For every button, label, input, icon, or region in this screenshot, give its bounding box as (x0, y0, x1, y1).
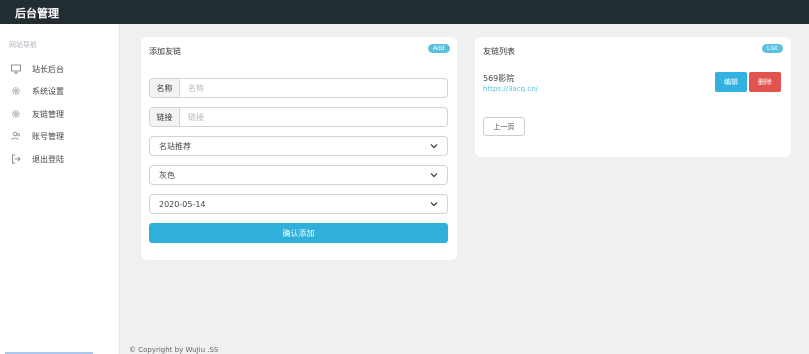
app-title: 后台管理 (15, 7, 59, 20)
sidebar-nav-title: 网站导航 (9, 41, 37, 49)
list-badge: List (762, 44, 783, 53)
sidebar-item-logout[interactable]: 退出登陆 (10, 151, 115, 167)
link-list-card: 友链列表 List 569影院 https://3acq.cn/ 编辑 删除 上… (475, 37, 791, 157)
confirm-add-button[interactable]: 确认添加 (149, 223, 448, 243)
sidebar-item-label: 站长后台 (32, 64, 64, 74)
category-select[interactable]: 名站推荐 (149, 136, 448, 156)
gear-icon (10, 85, 22, 97)
date-select[interactable]: 2020-05-14 (149, 194, 448, 214)
edit-button[interactable]: 编辑 (715, 72, 747, 92)
sidebar: 网站导航 站长后台 系统设置 友链管理 账号管理 退出登陆 (0, 24, 120, 354)
color-select-value: 灰色 (159, 170, 175, 180)
date-select-value: 2020-05-14 (159, 199, 206, 209)
sidebar-item-dashboard[interactable]: 站长后台 (10, 61, 115, 77)
link-field-label: 链接 (150, 108, 180, 126)
name-field-label: 名称 (150, 79, 180, 97)
sidebar-item-settings[interactable]: 系统设置 (10, 83, 115, 99)
sidebar-item-label: 账号管理 (32, 131, 64, 141)
link-item-name: 569影院 (483, 74, 515, 83)
chevron-down-icon (430, 142, 438, 150)
name-input[interactable] (180, 79, 447, 97)
sidebar-item-links[interactable]: 友链管理 (10, 106, 115, 122)
list-card-title: 友链列表 (483, 47, 515, 56)
color-select[interactable]: 灰色 (149, 165, 448, 185)
name-input-group: 名称 (149, 78, 448, 98)
delete-button[interactable]: 删除 (749, 72, 781, 92)
prev-page-button[interactable]: 上一页 (483, 117, 525, 136)
users-icon (10, 130, 22, 142)
gear-icon (10, 108, 22, 120)
add-badge: Add (428, 44, 450, 53)
sidebar-item-label: 系统设置 (32, 86, 64, 96)
main-content: 添加友链 Add 名称 链接 名站推荐 灰色 2020-05-14 (121, 24, 809, 354)
category-select-value: 名站推荐 (159, 141, 191, 151)
add-link-card: 添加友链 Add 名称 链接 名站推荐 灰色 2020-05-14 (141, 37, 457, 260)
link-input[interactable] (180, 108, 447, 126)
chevron-down-icon (430, 171, 438, 179)
sidebar-item-label: 友链管理 (32, 109, 64, 119)
top-bar: 后台管理 (0, 0, 809, 24)
monitor-icon (10, 63, 22, 75)
add-card-title: 添加友链 (149, 47, 181, 56)
link-input-group: 链接 (149, 107, 448, 127)
link-item-url[interactable]: https://3acq.cn/ (483, 85, 538, 93)
logout-icon (10, 153, 22, 165)
sidebar-item-label: 退出登陆 (32, 154, 64, 164)
footer-copyright: © Copyright by WuJiu .SS (129, 346, 219, 354)
sidebar-item-accounts[interactable]: 账号管理 (10, 128, 115, 144)
chevron-down-icon (430, 200, 438, 208)
